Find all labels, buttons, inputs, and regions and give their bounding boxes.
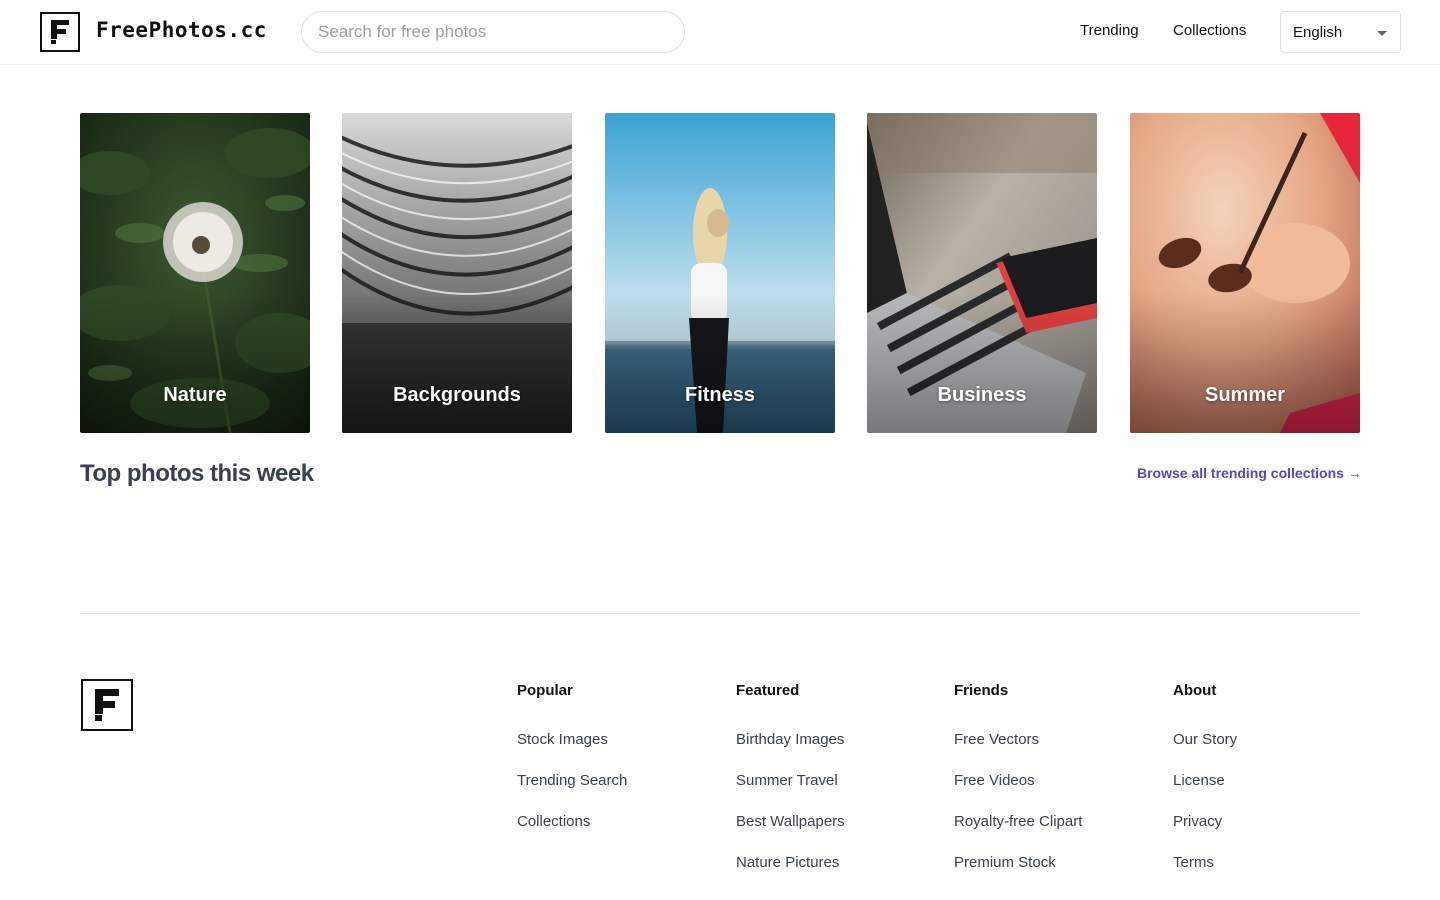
section-title: Top photos this week [80, 460, 314, 487]
card-overlay [1130, 293, 1360, 433]
footer-link[interactable]: Nature Pictures [736, 854, 845, 874]
footer-link[interactable]: Collections [517, 813, 627, 833]
category-card-business[interactable]: Business [867, 113, 1097, 433]
language-select[interactable]: English [1280, 11, 1401, 53]
footer-column-featured: Featured Birthday Images Summer Travel B… [736, 682, 845, 874]
footer-link[interactable]: License [1173, 772, 1237, 792]
footer-link[interactable]: Premium Stock [954, 854, 1082, 874]
card-overlay [80, 293, 310, 433]
footer-link[interactable]: Summer Travel [736, 772, 845, 792]
chevron-down-icon [1377, 31, 1387, 36]
language-value: English [1293, 24, 1343, 41]
logo-icon[interactable] [40, 12, 80, 52]
card-overlay [605, 293, 835, 433]
footer-heading: About [1173, 682, 1217, 699]
footer-link[interactable]: Free Videos [954, 772, 1082, 792]
footer-heading: Featured [736, 682, 800, 699]
category-card-summer[interactable]: Summer [1130, 113, 1360, 433]
category-label: Business [937, 384, 1027, 406]
footer-link[interactable]: Trending Search [517, 772, 627, 792]
footer-link[interactable]: Royalty-free Clipart [954, 813, 1082, 833]
footer-link[interactable]: Free Vectors [954, 731, 1082, 751]
brand-name[interactable]: FreePhotos.cc [96, 18, 267, 42]
nav-trending[interactable]: Trending [1080, 22, 1139, 39]
category-card-backgrounds[interactable]: Backgrounds [342, 113, 572, 433]
category-card-fitness[interactable]: Fitness [605, 113, 835, 433]
footer-heading: Friends [954, 682, 1009, 699]
footer-link[interactable]: Our Story [1173, 731, 1237, 751]
footer-column-popular: Popular Stock Images Trending Search Col… [517, 682, 627, 833]
footer-column-friends: Friends Free Vectors Free Videos Royalty… [954, 682, 1082, 874]
site-header: FreePhotos.cc Trending Collections Engli… [0, 0, 1440, 65]
footer-link[interactable]: Stock Images [517, 731, 627, 751]
card-overlay [342, 293, 572, 433]
category-label: Backgrounds [393, 384, 521, 406]
footer-link[interactable]: Privacy [1173, 813, 1237, 833]
footer-link[interactable]: Birthday Images [736, 731, 845, 751]
footer-heading: Popular [517, 682, 573, 699]
footer-link[interactable]: Terms [1173, 854, 1237, 874]
category-card-nature[interactable]: Nature [80, 113, 310, 433]
search-input[interactable] [301, 11, 685, 53]
footer-column-about: About Our Story License Privacy Terms [1173, 682, 1237, 874]
card-overlay [867, 293, 1097, 433]
category-label: Summer [1204, 384, 1286, 406]
category-label: Fitness [684, 384, 756, 406]
footer-logo-icon[interactable] [81, 679, 133, 731]
footer-divider [80, 613, 1360, 614]
category-label: Nature [163, 384, 227, 406]
nav-collections[interactable]: Collections [1173, 22, 1246, 39]
browse-trending-link[interactable]: Browse all trending collections → [1137, 465, 1362, 481]
footer-link[interactable]: Best Wallpapers [736, 813, 845, 833]
